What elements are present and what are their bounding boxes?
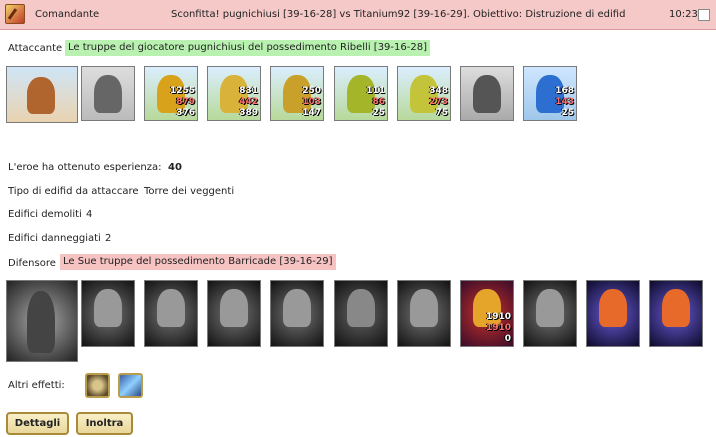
unit-tile-unit-8[interactable]: 168 143 25	[523, 66, 577, 121]
unit-figure-icon	[220, 289, 248, 327]
defender-label: Difensore	[8, 258, 56, 269]
unit-figure-icon	[27, 291, 55, 353]
gear-effect-icon[interactable]	[85, 373, 110, 398]
unit-count-remaining: 389	[239, 108, 258, 118]
message-category: Comandante	[35, 9, 100, 20]
building-value: Torre dei veggenti	[144, 186, 235, 197]
unit-count-lost: 442	[239, 97, 258, 107]
attacker-label: Attaccante	[8, 43, 63, 54]
unit-count-lost: 1910	[485, 323, 511, 333]
building-label: Tipo di edifid da attaccare	[8, 186, 139, 197]
unit-tile-d-unit-7[interactable]: 1910 1910 0	[460, 280, 514, 347]
unit-tile-hero-portrait[interactable]	[6, 66, 78, 123]
unit-figure-icon	[94, 75, 122, 113]
details-button[interactable]: Dettagli	[6, 412, 69, 435]
unit-count-remaining: 0	[504, 334, 511, 344]
message-subject[interactable]: Sconfitta! pugnichiusi [39-16-28] vs Tit…	[171, 9, 625, 20]
unit-tile-d-unit-4[interactable]	[270, 280, 324, 347]
attacker-title: Le truppe del giocatore pugnichiusi del …	[65, 40, 430, 56]
effects-label: Altri effetti:	[8, 380, 65, 391]
unit-tile-unit-6[interactable]: 348 273 75	[397, 66, 451, 121]
unit-tile-d-unit-6[interactable]	[397, 280, 451, 347]
unit-count-remaining: 25	[372, 108, 385, 118]
forward-button[interactable]: Inoltra	[76, 412, 133, 435]
crossed-swords-icon	[5, 4, 25, 24]
sword-effect-icon[interactable]	[118, 373, 143, 398]
unit-count-lost: 143	[555, 97, 574, 107]
unit-count-initial: 111	[366, 86, 385, 96]
unit-count-initial: 168	[555, 86, 574, 96]
damaged-label: Edifici danneggiati	[8, 233, 101, 244]
unit-counts: 1910 1910 0	[486, 312, 511, 345]
unit-counts: 348 273 75	[429, 86, 448, 119]
demolished-label: Edifici demoliti	[8, 209, 82, 220]
unit-figure-icon	[27, 77, 55, 114]
unit-tile-d-unit-9[interactable]	[586, 280, 640, 347]
unit-tile-d-unit-2[interactable]	[144, 280, 198, 347]
xp-label: L'eroe ha ottenuto esperienza:	[8, 162, 162, 173]
unit-counts: 250 103 147	[302, 86, 321, 119]
defender-title: Le Sue truppe del possedimento Barricade…	[60, 254, 336, 270]
unit-figure-icon	[473, 75, 501, 113]
message-header: Comandante Sconfitta! pugnichiusi [39-16…	[0, 0, 716, 30]
unit-tile-d-unit-8[interactable]	[523, 280, 577, 347]
unit-counts: 111 86 25	[366, 86, 385, 119]
unit-figure-icon	[599, 289, 627, 327]
unit-tile-d-unit-10[interactable]	[649, 280, 703, 347]
unit-counts: 1255 879 376	[170, 86, 195, 119]
select-checkbox[interactable]	[698, 9, 710, 21]
damaged-value: 2	[105, 233, 112, 244]
unit-tile-unit-3[interactable]: 831 442 389	[207, 66, 261, 121]
unit-figure-icon	[283, 289, 311, 327]
unit-figure-icon	[536, 289, 564, 327]
unit-count-lost: 86	[372, 97, 385, 107]
unit-counts: 831 442 389	[239, 86, 258, 119]
unit-count-initial: 831	[239, 86, 258, 96]
unit-count-remaining: 75	[435, 108, 448, 118]
unit-count-initial: 1255	[169, 86, 195, 96]
unit-count-lost: 273	[429, 97, 448, 107]
unit-figure-icon	[662, 289, 690, 327]
unit-tile-unit-1[interactable]	[81, 66, 135, 121]
unit-figure-icon	[347, 289, 375, 327]
unit-tile-unit-4[interactable]: 250 103 147	[270, 66, 324, 121]
unit-tile-d-unit-1[interactable]	[81, 280, 135, 347]
unit-figure-icon	[157, 289, 185, 327]
unit-count-remaining: 147	[302, 108, 321, 118]
unit-count-remaining: 25	[561, 108, 574, 118]
unit-figure-icon	[94, 289, 122, 327]
message-time: 10:23	[669, 9, 698, 20]
unit-count-initial: 1910	[485, 312, 511, 322]
unit-count-lost: 879	[176, 97, 195, 107]
unit-count-initial: 250	[302, 86, 321, 96]
unit-tile-defender-portrait[interactable]	[6, 280, 78, 362]
unit-tile-d-unit-3[interactable]	[207, 280, 261, 347]
unit-counts: 168 143 25	[555, 86, 574, 119]
unit-tile-unit-5[interactable]: 111 86 25	[334, 66, 388, 121]
unit-figure-icon	[410, 289, 438, 327]
unit-count-initial: 348	[429, 86, 448, 96]
unit-tile-d-unit-5[interactable]	[334, 280, 388, 347]
unit-tile-unit-7[interactable]	[460, 66, 514, 121]
xp-value: 40	[168, 162, 182, 173]
unit-count-lost: 103	[302, 97, 321, 107]
unit-tile-unit-2[interactable]: 1255 879 376	[144, 66, 198, 121]
unit-count-remaining: 376	[176, 108, 195, 118]
demolished-value: 4	[86, 209, 93, 220]
